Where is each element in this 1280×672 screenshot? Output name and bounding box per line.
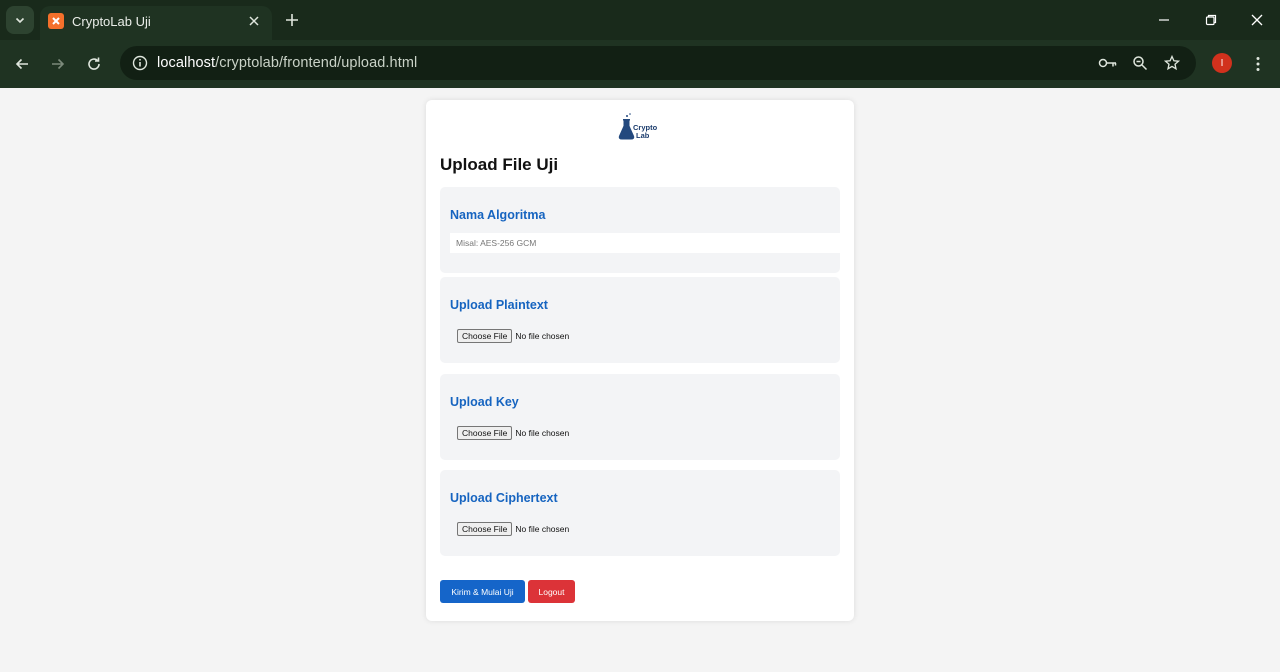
- plaintext-label: Upload Plaintext: [450, 298, 548, 312]
- xampp-favicon-icon: [48, 13, 64, 29]
- key-icon: [1098, 58, 1117, 68]
- plaintext-file-input[interactable]: Choose File No file chosen: [457, 329, 569, 343]
- minimize-button[interactable]: [1146, 6, 1182, 34]
- key-section: Upload Key Choose File No file chosen: [440, 374, 840, 460]
- reload-button[interactable]: [80, 50, 108, 78]
- browser-chrome: CryptoLab Uji localhost/cryptolab/fronte…: [0, 0, 1280, 88]
- tab-title: CryptoLab Uji: [72, 14, 151, 29]
- key-choose-file-button[interactable]: Choose File: [457, 426, 513, 440]
- close-window-button[interactable]: [1239, 6, 1275, 34]
- bookmark-button[interactable]: [1160, 51, 1184, 75]
- more-vertical-icon: [1256, 57, 1260, 71]
- plaintext-file-status: No file chosen: [515, 331, 570, 341]
- profile-avatar[interactable]: I: [1212, 53, 1232, 73]
- key-label: Upload Key: [450, 395, 519, 409]
- address-bar[interactable]: localhost/cryptolab/frontend/upload.html: [120, 46, 1196, 80]
- algorithm-input[interactable]: [450, 233, 840, 253]
- ciphertext-file-input[interactable]: Choose File No file chosen: [457, 522, 569, 536]
- algorithm-label: Nama Algoritma: [450, 208, 546, 222]
- zoom-button[interactable]: [1128, 51, 1152, 75]
- tab-close-button[interactable]: [244, 11, 264, 31]
- restore-button[interactable]: [1193, 6, 1229, 34]
- new-tab-button[interactable]: [280, 8, 304, 32]
- plaintext-section: Upload Plaintext Choose File No file cho…: [440, 277, 840, 363]
- close-icon: [1251, 14, 1263, 26]
- browser-toolbar: localhost/cryptolab/frontend/upload.html: [0, 40, 1280, 88]
- logout-button[interactable]: Logout: [528, 580, 575, 603]
- tab-search-button[interactable]: [6, 6, 34, 34]
- page-title: Upload File Uji: [440, 155, 559, 174]
- browser-tab[interactable]: CryptoLab Uji: [40, 6, 272, 40]
- minimize-icon: [1159, 19, 1169, 21]
- key-file-input[interactable]: Choose File No file chosen: [457, 426, 569, 440]
- arrow-left-icon: [15, 58, 28, 70]
- restore-icon: [1205, 14, 1217, 26]
- close-icon: [249, 16, 259, 26]
- plus-icon: [286, 14, 298, 26]
- zoom-icon: [1133, 56, 1148, 71]
- ciphertext-label: Upload Ciphertext: [450, 491, 558, 505]
- ciphertext-file-status: No file chosen: [515, 524, 570, 534]
- plaintext-choose-file-button[interactable]: Choose File: [457, 329, 513, 343]
- forward-button[interactable]: [44, 50, 72, 78]
- back-button[interactable]: [8, 50, 36, 78]
- chevron-down-icon: [15, 17, 25, 24]
- password-key-button[interactable]: [1096, 51, 1120, 75]
- cryptolab-logo: Crypto Lab: [618, 112, 666, 144]
- logo-text: Crypto Lab: [633, 123, 658, 140]
- star-icon: [1164, 55, 1180, 71]
- submit-button[interactable]: Kirim & Mulai Uji: [440, 580, 525, 603]
- algorithm-section: Nama Algoritma: [440, 187, 840, 273]
- ciphertext-choose-file-button[interactable]: Choose File: [457, 522, 513, 536]
- browser-menu-button[interactable]: [1244, 50, 1272, 78]
- arrow-right-icon: [52, 58, 65, 70]
- reload-icon: [88, 57, 100, 70]
- url-text: localhost/cryptolab/frontend/upload.html: [157, 55, 418, 71]
- info-icon: [132, 55, 148, 71]
- site-info-button[interactable]: [128, 51, 152, 75]
- upload-card: Crypto Lab Upload File Uji Nama Algoritm…: [426, 100, 854, 621]
- tab-strip: CryptoLab Uji: [0, 0, 1280, 40]
- key-file-status: No file chosen: [515, 428, 570, 438]
- ciphertext-section: Upload Ciphertext Choose File No file ch…: [440, 470, 840, 556]
